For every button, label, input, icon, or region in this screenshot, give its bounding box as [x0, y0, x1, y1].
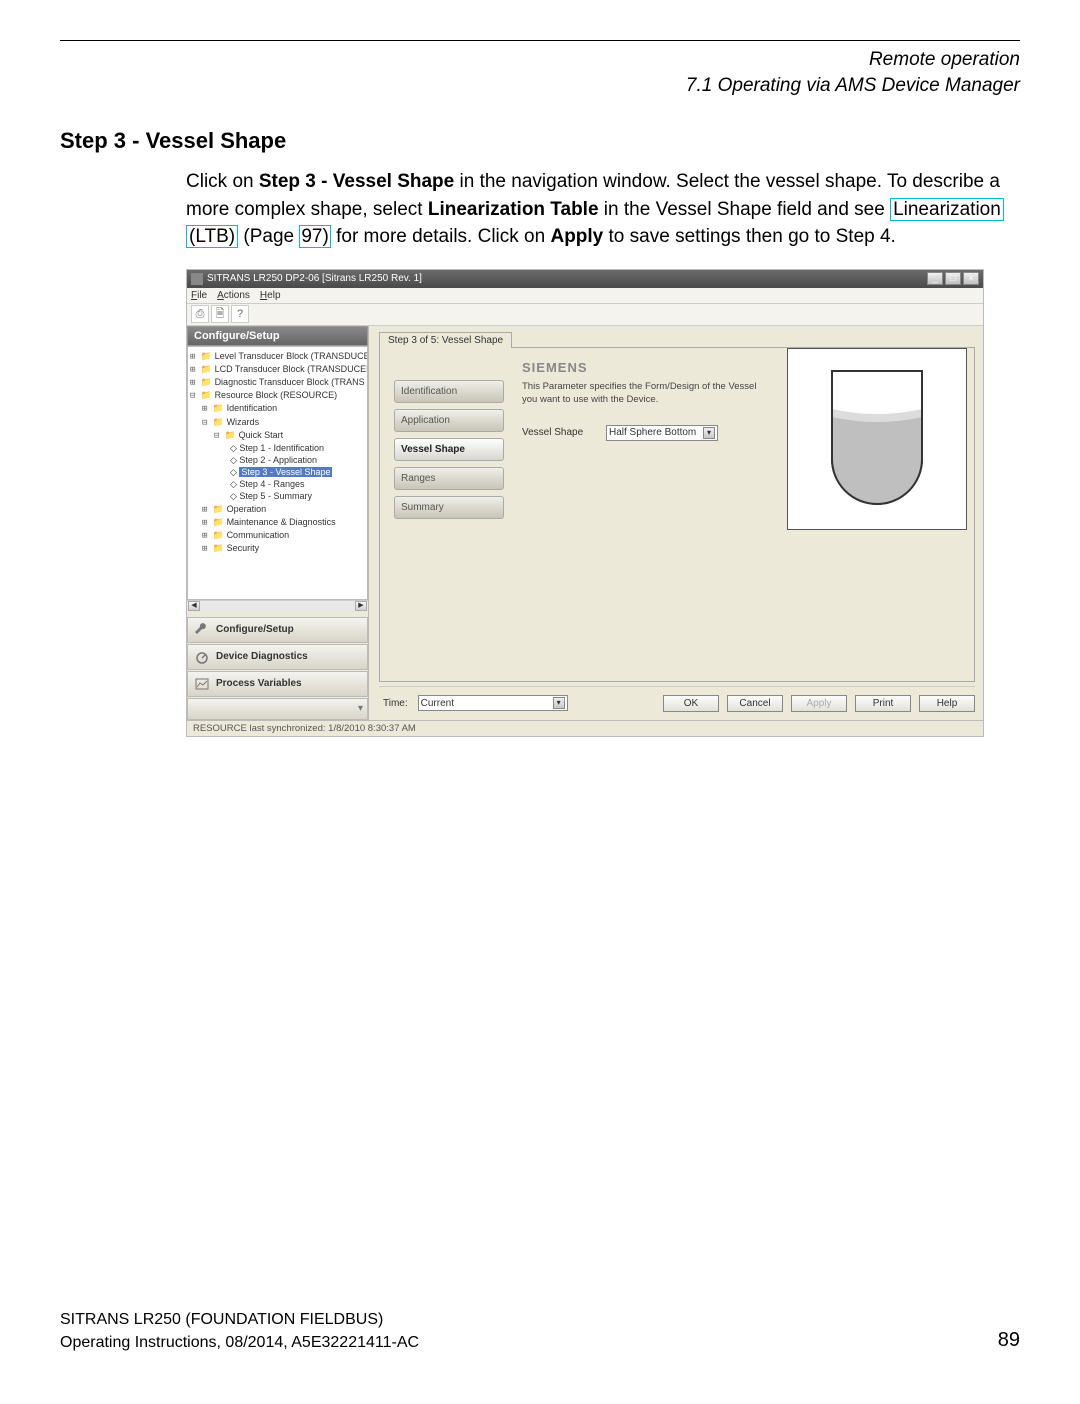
cancel-button[interactable]: Cancel [727, 695, 783, 712]
bold: Linearization Table [428, 199, 599, 220]
tree-hscrollbar[interactable]: ◀ ▶ [187, 600, 368, 612]
tab-panel: Identification Application Vessel Shape … [379, 347, 975, 682]
page-footer: SITRANS LR250 (FOUNDATION FIELDBUS) Oper… [60, 1309, 1020, 1354]
wizard-step-list: Identification Application Vessel Shape … [394, 380, 504, 669]
body-paragraph: Click on Step 3 - Vessel Shape in the na… [186, 168, 1020, 251]
tab-vessel-shape[interactable]: Step 3 of 5: Vessel Shape [379, 332, 512, 348]
app-icon [191, 273, 203, 285]
section-title: 7.1 Operating via AMS Device Manager [60, 73, 1020, 99]
time-label: Time: [383, 698, 408, 709]
menu-help[interactable]: Help [260, 290, 281, 301]
nav-tree[interactable]: ⊞ 📁 Level Transducer Block (TRANSDUCE ⊞ … [187, 346, 368, 600]
time-value: Current [421, 698, 454, 709]
time-select[interactable]: Current ▾ [418, 695, 568, 711]
ok-button[interactable]: OK [663, 695, 719, 712]
app-window: SITRANS LR250 DP2-06 [Sitrans LR250 Rev.… [186, 269, 984, 737]
vessel-diagram [787, 348, 967, 530]
tree-selected[interactable]: Step 3 - Vessel Shape [239, 467, 332, 477]
window-title: SITRANS LR250 DP2-06 [Sitrans LR250 Rev.… [207, 273, 927, 284]
step-vessel-shape[interactable]: Vessel Shape [394, 438, 504, 461]
nav-header: Configure/Setup [187, 326, 368, 346]
vessel-shape-select[interactable]: Half Sphere Bottom ▾ [606, 425, 718, 441]
step-application[interactable]: Application [394, 409, 504, 432]
dialog-button-row: Time: Current ▾ OK Cancel Apply Print He… [379, 686, 975, 716]
menubar: File Actions Help [187, 288, 983, 304]
help-icon[interactable]: ? [231, 305, 249, 323]
status-bar: RESOURCE last synchronized: 1/8/2010 8:3… [187, 720, 983, 736]
minimize-button[interactable]: _ [927, 272, 943, 285]
nav-btn-diagnostics[interactable]: Device Diagnostics [187, 644, 368, 670]
maximize-button[interactable]: □ [945, 272, 961, 285]
help-button[interactable]: Help [919, 695, 975, 712]
close-button[interactable]: × [963, 272, 979, 285]
chevron-down-icon[interactable]: ▾ [703, 427, 715, 439]
text: Click on [186, 171, 259, 192]
xref-link[interactable]: Linearization [890, 198, 1004, 221]
section-heading: Step 3 - Vessel Shape [60, 128, 1020, 154]
apply-button[interactable]: Apply [791, 695, 847, 712]
window-titlebar: SITRANS LR250 DP2-06 [Sitrans LR250 Rev.… [187, 270, 983, 288]
bold: Step 3 - Vessel Shape [259, 171, 454, 192]
step-summary[interactable]: Summary [394, 496, 504, 519]
chapter-title: Remote operation [60, 47, 1020, 73]
content-pane: Step 3 of 5: Vessel Shape Identification… [369, 326, 983, 720]
menu-actions[interactable]: Actions [217, 290, 250, 301]
print-button[interactable]: Print [855, 695, 911, 712]
product-name: SITRANS LR250 (FOUNDATION FIELDBUS) [60, 1309, 419, 1331]
header-rule [60, 40, 1020, 41]
nav-pane: Configure/Setup ⊞ 📁 Level Transducer Blo… [187, 326, 369, 720]
step-identification[interactable]: Identification [394, 380, 504, 403]
nav-btn-process-vars[interactable]: Process Variables [187, 671, 368, 697]
nav-footer: ▾ [187, 698, 368, 720]
vessel-shape-label: Vessel Shape [522, 427, 590, 438]
print-icon[interactable]: ⎙ [191, 305, 209, 323]
text: for more details. Click on [331, 226, 551, 247]
toolbar: ⎙ 🗎 ? [187, 304, 983, 326]
text: (Page [238, 226, 299, 247]
chevron-down-icon[interactable]: ▾ [553, 697, 565, 709]
scroll-right-icon[interactable]: ▶ [355, 601, 367, 611]
scroll-left-icon[interactable]: ◀ [188, 601, 200, 611]
text: in the Vessel Shape field and see [599, 199, 891, 220]
nav-btn-configure[interactable]: Configure/Setup [187, 617, 368, 643]
step-description: This Parameter specifies the Form/Design… [522, 381, 757, 407]
gauge-icon [194, 650, 210, 664]
page-header: Remote operation 7.1 Operating via AMS D… [60, 47, 1020, 98]
dropdown-icon[interactable]: ▾ [358, 703, 363, 714]
step-ranges[interactable]: Ranges [394, 467, 504, 490]
bold: Apply [550, 226, 603, 247]
page-ref-link[interactable]: 97) [299, 225, 330, 248]
text: to save settings then go to Step 4. [603, 226, 896, 247]
preview-icon[interactable]: 🗎 [211, 305, 229, 323]
menu-file[interactable]: File [191, 290, 207, 301]
doc-info: Operating Instructions, 08/2014, A5E3222… [60, 1332, 419, 1354]
wrench-icon [194, 623, 210, 637]
xref-link[interactable]: (LTB) [186, 225, 238, 248]
page-number: 89 [998, 1326, 1020, 1354]
chart-icon [194, 677, 210, 691]
vessel-shape-value: Half Sphere Bottom [609, 427, 696, 438]
